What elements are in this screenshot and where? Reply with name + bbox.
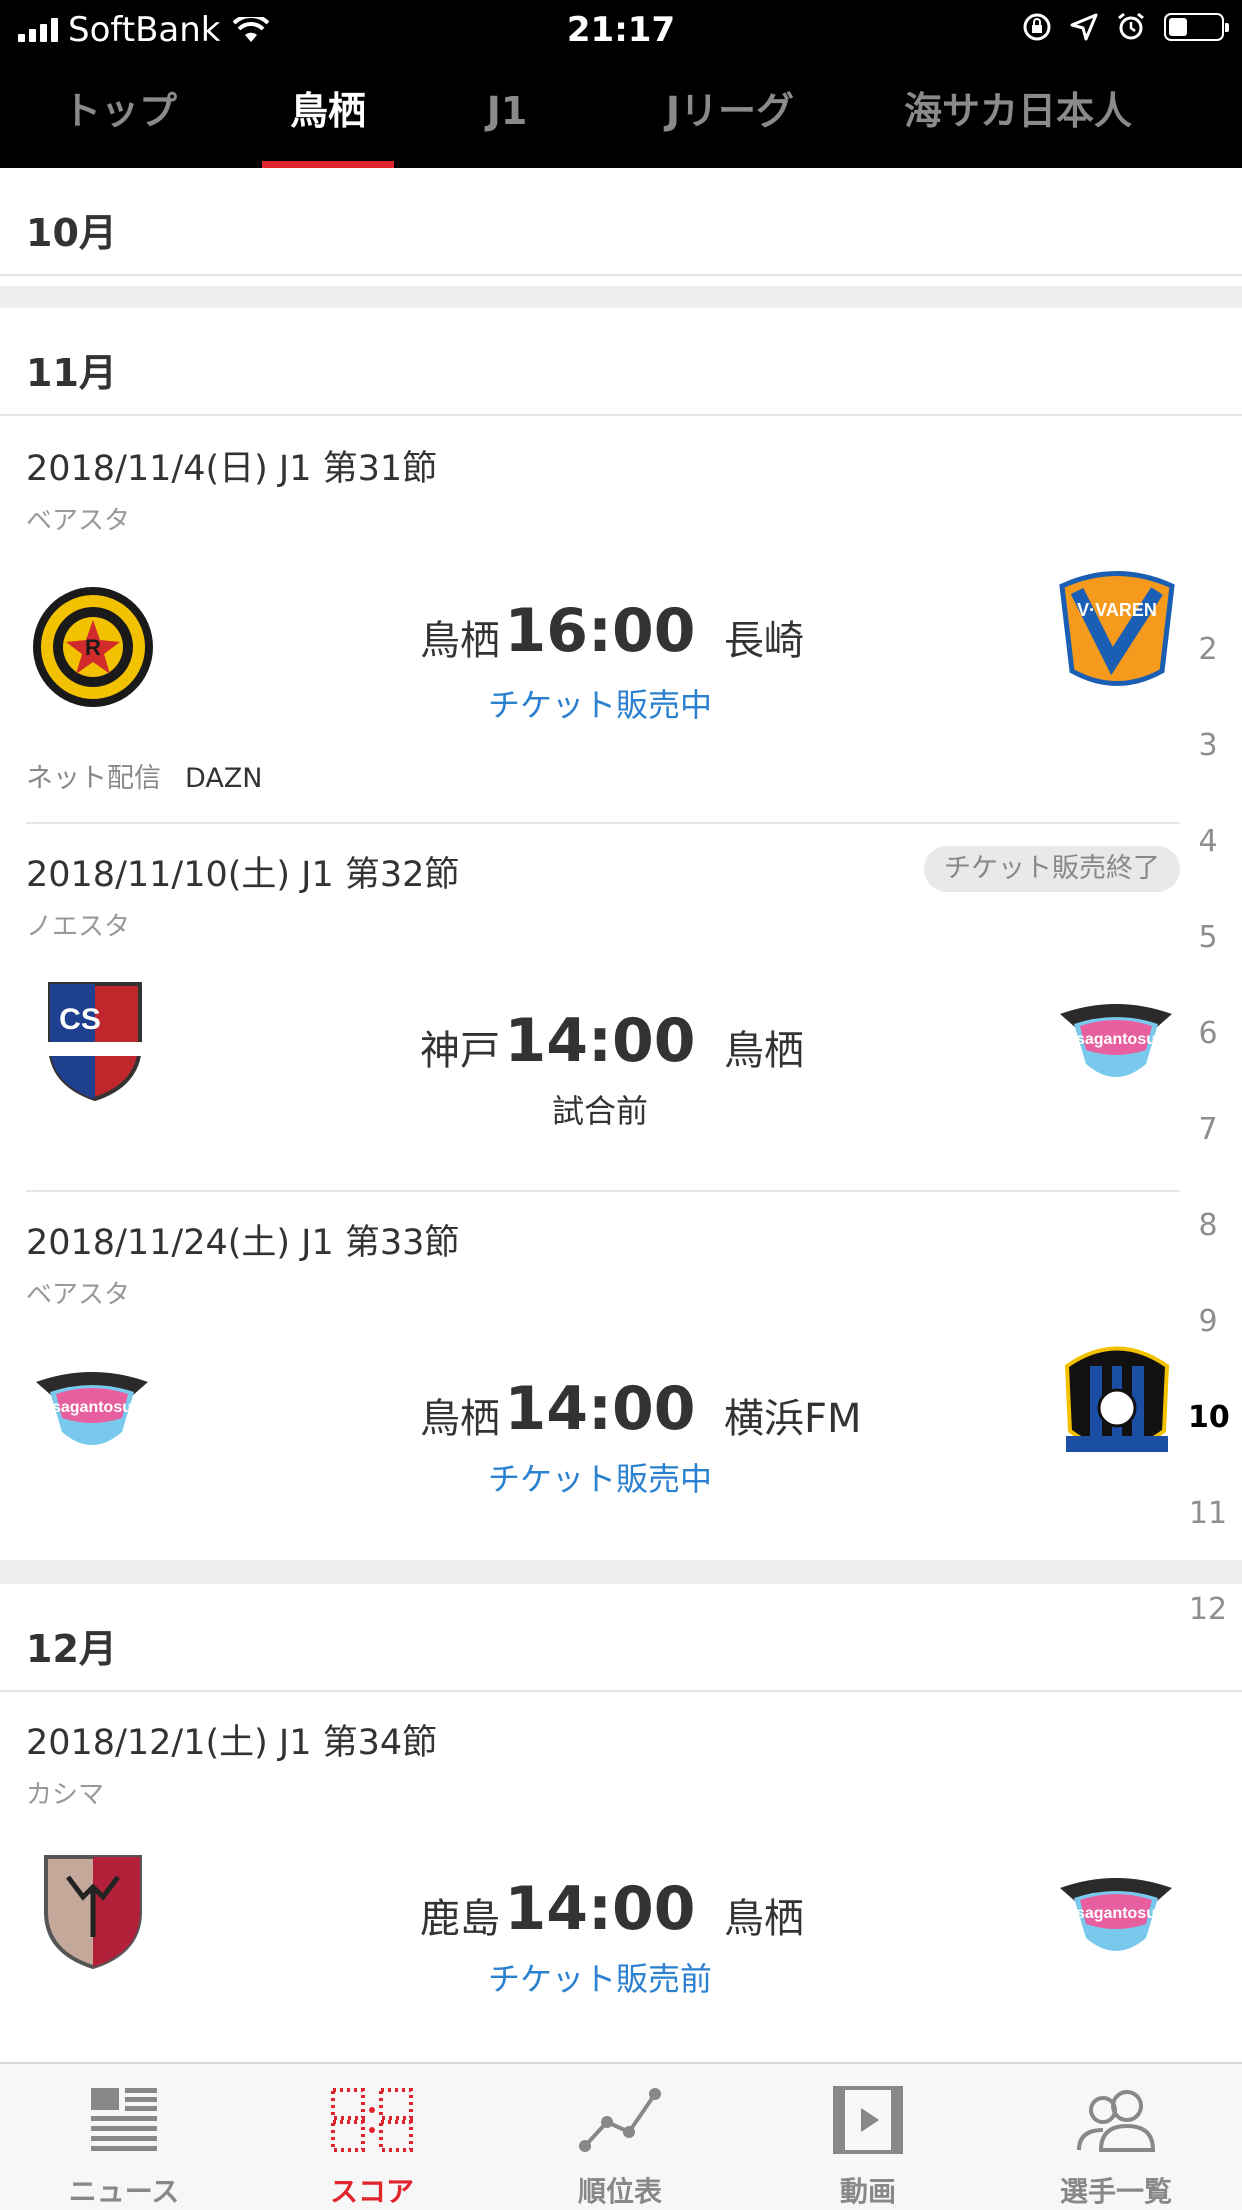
location-icon: [1070, 13, 1098, 41]
nav-news[interactable]: ニュース: [0, 2064, 248, 2210]
kickoff-time: 16:00: [504, 596, 696, 666]
bottom-tab-bar: ニュース スコア 順位表 動画 選手一覧: [0, 2062, 1242, 2210]
score-icon: [331, 2088, 413, 2152]
gamba-osaka-logo: [1064, 1346, 1170, 1452]
home-team: 神戸: [420, 1028, 500, 1074]
away-team: 横浜FM: [724, 1396, 862, 1442]
tab-tosu[interactable]: 鳥栖: [262, 60, 394, 168]
svg-text:sagantosu: sagantosu: [52, 1399, 132, 1416]
match-venue: カシマ: [26, 1780, 105, 1810]
month-index-item[interactable]: 6: [1188, 1016, 1228, 1051]
month-label: 12月: [26, 1627, 117, 1671]
month-index-item[interactable]: 2: [1188, 632, 1228, 667]
match-date: 2018/12/1(土) J1 第34節: [26, 1723, 438, 1763]
month-header-october: 10月: [0, 168, 1242, 276]
kickoff-time: 14:00: [504, 1374, 696, 1444]
top-tab-bar: トップ 鳥栖 J1 Jリーグ 海サカ日本人: [0, 60, 1242, 168]
kashiwa-reysol-logo: R: [33, 587, 153, 707]
broadcast-info: ネット配信 DAZN: [26, 756, 262, 795]
ticket-sold-out-badge: チケット販売終了: [924, 846, 1180, 892]
month-index-item-current[interactable]: 10: [1188, 1400, 1230, 1435]
tab-j1[interactable]: J1: [460, 60, 554, 168]
battery-icon: [1164, 13, 1229, 41]
away-team: 長崎: [724, 618, 804, 664]
v-varen-nagasaki-logo: V·VAREN: [1059, 571, 1175, 686]
month-index-item[interactable]: 9: [1188, 1304, 1228, 1339]
month-header-november: 11月: [0, 308, 1242, 416]
nav-label: スコア: [329, 2175, 414, 2208]
svg-text:R: R: [85, 635, 101, 660]
tab-jleague[interactable]: Jリーグ: [630, 60, 830, 168]
consadole-sapporo-logo: CS: [48, 982, 142, 1102]
broadcast-label: ネット配信: [26, 763, 161, 794]
svg-text:sagantosu: sagantosu: [1076, 1031, 1156, 1048]
standings-icon: [579, 2088, 661, 2152]
match-date: 2018/11/4(日) J1 第31節: [26, 449, 438, 489]
home-team: 鹿島: [420, 1896, 500, 1942]
month-index-item[interactable]: 5: [1188, 920, 1228, 955]
sagan-tosu-logo: sagantosu: [1060, 1004, 1172, 1077]
match-date: 2018/11/24(土) J1 第33節: [26, 1223, 460, 1263]
match-card[interactable]: 2018/11/24(土) J1 第33節 ベアスタ sagantosu 鳥栖 …: [0, 1192, 1242, 1560]
nav-video[interactable]: 動画: [744, 2064, 992, 2210]
section-separator: [0, 1560, 1242, 1584]
match-card[interactable]: 2018/11/10(土) J1 第32節 チケット販売終了 ノエスタ CS 神…: [0, 824, 1242, 1192]
ticket-status-link[interactable]: チケット販売前: [400, 1954, 800, 2000]
sagan-tosu-logo: sagantosu: [36, 1372, 148, 1445]
nav-label: 順位表: [577, 2175, 662, 2208]
month-header-december: 12月: [0, 1584, 1242, 1692]
nav-label: 選手一覧: [1059, 2175, 1172, 2208]
nav-players[interactable]: 選手一覧: [992, 2064, 1240, 2210]
match-card[interactable]: 2018/11/4(日) J1 第31節 ベアスタ R 鳥栖 16:00 長崎 …: [0, 416, 1242, 824]
month-index-item[interactable]: 12: [1188, 1592, 1228, 1627]
kickoff-time: 14:00: [504, 1874, 696, 1944]
sagan-tosu-logo: sagantosu: [1060, 1878, 1172, 1951]
month-index-item[interactable]: 11: [1188, 1496, 1228, 1531]
month-label: 10月: [26, 211, 117, 255]
ticket-status-link[interactable]: チケット販売中: [400, 680, 800, 726]
home-team: 鳥栖: [420, 618, 500, 664]
month-index-item[interactable]: 4: [1188, 824, 1228, 859]
nav-label: ニュース: [68, 2175, 180, 2208]
tab-japanese-abroad[interactable]: 海サカ日本人: [888, 60, 1148, 168]
ticket-status-link[interactable]: チケット販売中: [400, 1454, 800, 1500]
players-icon: [1077, 2090, 1156, 2152]
away-team: 鳥栖: [724, 1896, 804, 1942]
nav-score[interactable]: スコア: [248, 2064, 496, 2210]
match-venue: ベアスタ: [26, 506, 131, 536]
broadcast-service: DAZN: [185, 763, 263, 794]
month-label: 11月: [26, 351, 117, 395]
kashima-antlers-logo: [44, 1855, 142, 1970]
home-team: 鳥栖: [420, 1396, 500, 1442]
svg-text:V·VAREN: V·VAREN: [1077, 600, 1157, 620]
kickoff-time: 14:00: [504, 1006, 696, 1076]
section-separator: [0, 286, 1242, 308]
svg-text:sagantosu: sagantosu: [1076, 1905, 1156, 1922]
away-team: 鳥栖: [724, 1028, 804, 1074]
nav-label: 動画: [839, 2175, 896, 2208]
match-status: 試合前: [551, 1092, 648, 1130]
month-index-item[interactable]: 7: [1188, 1112, 1228, 1147]
month-index-item[interactable]: 8: [1188, 1208, 1228, 1243]
news-icon: [91, 2088, 157, 2151]
rotation-lock-icon: [1023, 13, 1051, 41]
status-bar: SoftBank 21:17: [0, 0, 1242, 60]
svg-text:CS: CS: [59, 1003, 101, 1036]
tab-top[interactable]: トップ: [40, 60, 200, 168]
alarm-icon: [1118, 12, 1144, 40]
match-venue: ベアスタ: [26, 1280, 131, 1310]
nav-standings[interactable]: 順位表: [496, 2064, 744, 2210]
video-icon: [833, 2086, 903, 2154]
match-venue: ノエスタ: [26, 912, 131, 942]
match-card[interactable]: 2018/12/1(土) J1 第34節 カシマ 鹿島 14:00 鳥栖 チケッ…: [0, 1692, 1242, 2060]
month-index-item[interactable]: 3: [1188, 728, 1228, 763]
match-date: 2018/11/10(土) J1 第32節: [26, 855, 460, 895]
